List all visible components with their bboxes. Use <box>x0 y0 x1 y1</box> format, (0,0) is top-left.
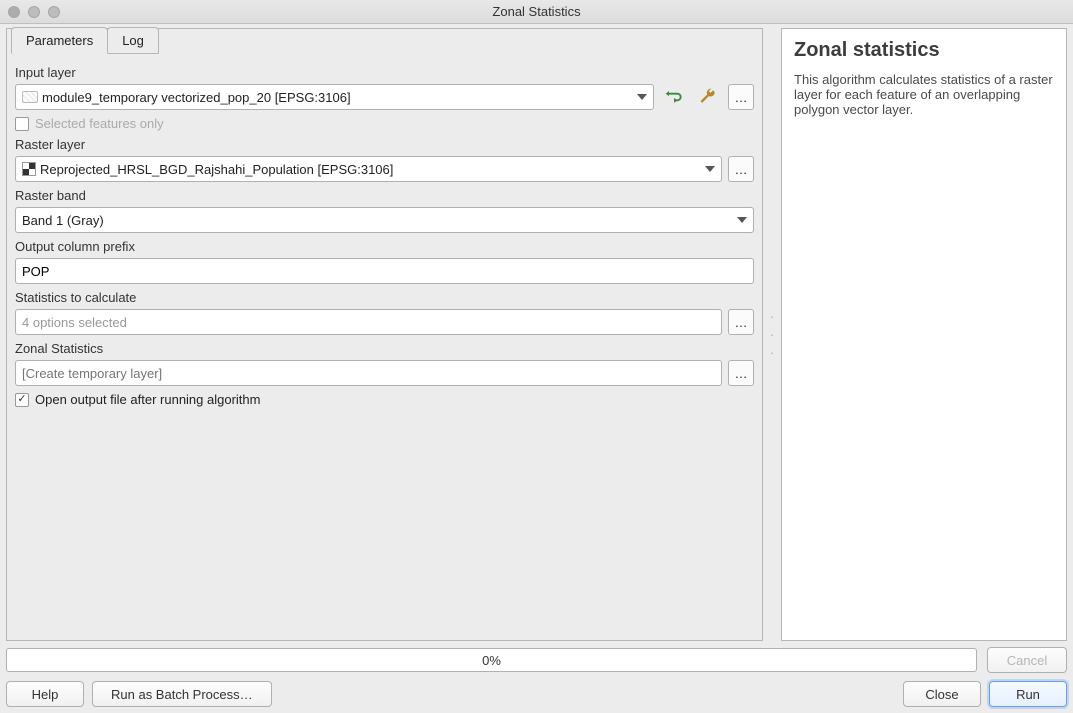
ellipsis-icon: … <box>735 162 748 177</box>
window-title: Zonal Statistics <box>0 4 1073 19</box>
titlebar: Zonal Statistics <box>0 0 1073 24</box>
splitter-handle[interactable]: ··· <box>769 28 775 641</box>
ellipsis-icon: … <box>735 315 748 330</box>
raster-layer-label: Raster layer <box>15 137 754 152</box>
help-panel: Zonal statistics This algorithm calculat… <box>781 28 1067 641</box>
input-layer-browse-button[interactable]: … <box>728 84 754 110</box>
polygon-layer-icon <box>22 91 38 103</box>
stats-browse-button[interactable]: … <box>728 309 754 335</box>
open-after-checkbox[interactable] <box>15 393 29 407</box>
close-window-icon[interactable] <box>8 6 20 18</box>
tab-bar: Parameters Log <box>7 28 762 55</box>
help-button[interactable]: Help <box>6 681 84 707</box>
output-label: Zonal Statistics <box>15 341 754 356</box>
run-batch-button[interactable]: Run as Batch Process… <box>92 681 272 707</box>
prefix-input-field[interactable] <box>22 264 747 279</box>
output-browse-button[interactable]: … <box>728 360 754 386</box>
chevron-down-icon <box>705 166 715 172</box>
stats-label: Statistics to calculate <box>15 290 754 305</box>
stats-value: 4 options selected <box>22 315 127 330</box>
zoom-window-icon[interactable] <box>48 6 60 18</box>
raster-layer-combo[interactable]: Reprojected_HRSL_BGD_Rajshahi_Population… <box>15 156 722 182</box>
input-layer-label: Input layer <box>15 65 754 80</box>
chevron-down-icon <box>637 94 647 100</box>
stats-display[interactable]: 4 options selected <box>15 309 722 335</box>
help-title: Zonal statistics <box>794 39 1054 62</box>
selected-features-checkbox <box>15 117 29 131</box>
advanced-options-button[interactable] <box>694 84 722 110</box>
open-after-row[interactable]: Open output file after running algorithm <box>15 392 754 407</box>
ellipsis-icon: … <box>735 90 748 105</box>
cancel-button: Cancel <box>987 647 1067 673</box>
parameters-panel: Parameters Log Input layer module9_tempo… <box>6 28 763 641</box>
output-input[interactable] <box>15 360 722 386</box>
raster-layer-icon <box>22 162 36 176</box>
raster-band-label: Raster band <box>15 188 754 203</box>
tab-log[interactable]: Log <box>107 27 159 54</box>
ellipsis-icon: … <box>735 366 748 381</box>
raster-layer-value: Reprojected_HRSL_BGD_Rajshahi_Population… <box>40 162 393 177</box>
input-layer-combo[interactable]: module9_temporary vectorized_pop_20 [EPS… <box>15 84 654 110</box>
prefix-input[interactable] <box>15 258 754 284</box>
chevron-down-icon <box>737 217 747 223</box>
selected-features-label: Selected features only <box>35 116 164 131</box>
open-after-label: Open output file after running algorithm <box>35 392 260 407</box>
raster-band-value: Band 1 (Gray) <box>22 213 104 228</box>
run-button[interactable]: Run <box>989 681 1067 707</box>
close-button[interactable]: Close <box>903 681 981 707</box>
selected-features-row: Selected features only <box>15 116 754 131</box>
iterate-features-button[interactable] <box>660 84 688 110</box>
help-body: This algorithm calculates statistics of … <box>794 72 1054 117</box>
progress-bar: 0% <box>6 648 977 672</box>
progress-text: 0% <box>482 653 501 668</box>
window-controls <box>8 6 60 18</box>
output-input-field[interactable] <box>22 366 715 381</box>
input-layer-value: module9_temporary vectorized_pop_20 [EPS… <box>42 90 351 105</box>
raster-layer-browse-button[interactable]: … <box>728 156 754 182</box>
raster-band-select[interactable]: Band 1 (Gray) <box>15 207 754 233</box>
iterate-icon <box>664 88 684 106</box>
tab-parameters[interactable]: Parameters <box>11 27 108 54</box>
minimize-window-icon[interactable] <box>28 6 40 18</box>
wrench-icon <box>698 87 718 107</box>
prefix-label: Output column prefix <box>15 239 754 254</box>
